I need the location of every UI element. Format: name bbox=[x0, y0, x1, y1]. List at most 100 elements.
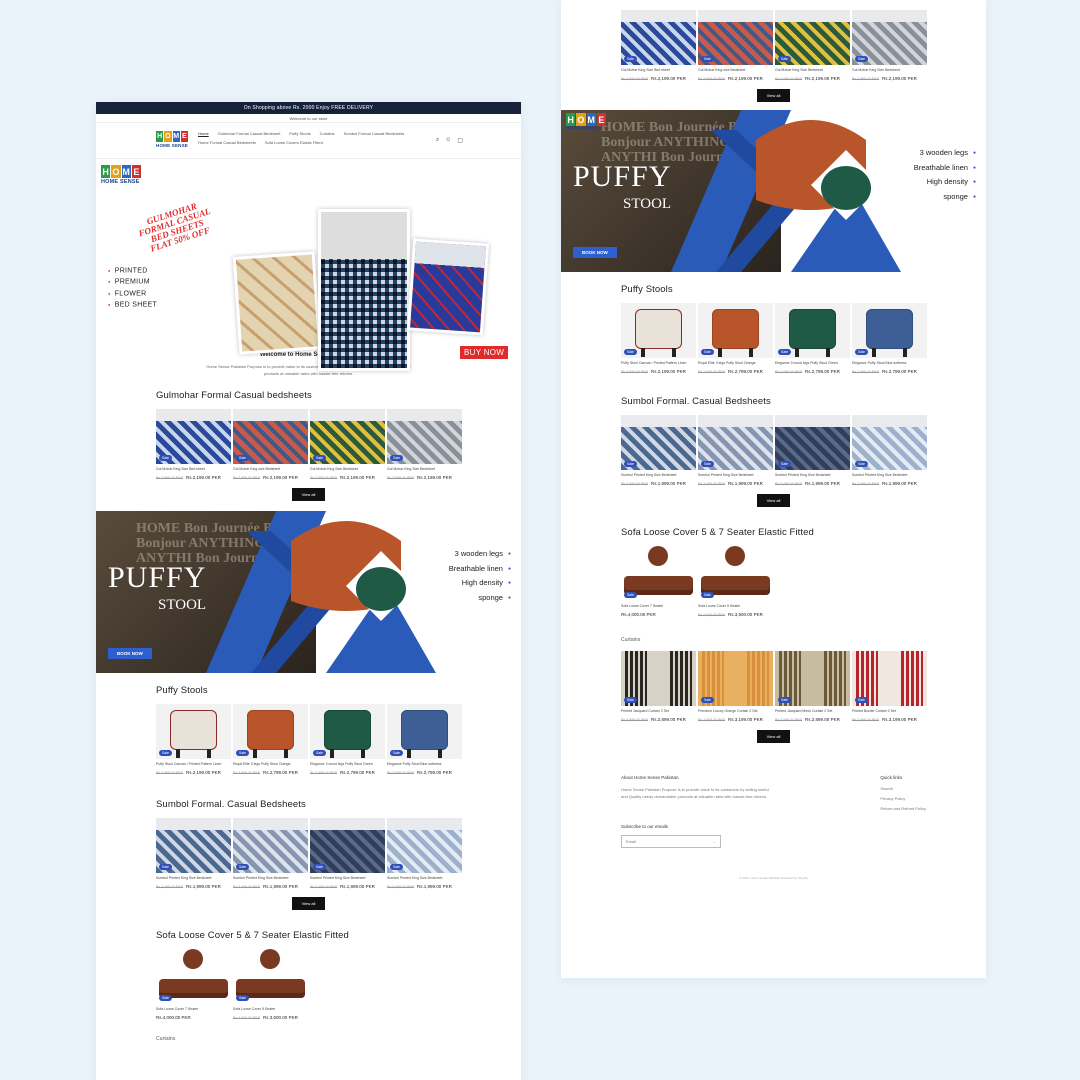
product-image[interactable]: Sale bbox=[233, 818, 308, 873]
search-icon[interactable]: ⌕ bbox=[436, 137, 439, 144]
product-card[interactable]: Sale Gul Mohar King Size Bedsheet Rs.3,899… bbox=[775, 10, 850, 81]
cart-icon[interactable]: ▢ bbox=[457, 137, 463, 144]
product-name[interactable]: Elegance 3 wood legs Puffy Stool Green bbox=[310, 762, 385, 767]
product-image[interactable]: Sale bbox=[852, 651, 927, 706]
product-image[interactable]: Sale bbox=[852, 303, 927, 358]
product-name[interactable]: Printed Border Curtain 2 Set bbox=[852, 709, 927, 714]
product-image[interactable]: Sale bbox=[233, 409, 308, 464]
product-name[interactable]: Sumbol Printed King Size Bedsheet bbox=[852, 473, 927, 478]
product-image[interactable]: Sale bbox=[310, 818, 385, 873]
nav-home-formal[interactable]: Home Formal Casual Bedsheets bbox=[198, 140, 256, 145]
product-card[interactable]: Sale Sofa Loose Cover 5 Seater Rs.4,000.00… bbox=[233, 949, 308, 1020]
product-card[interactable]: Sale Sofa Loose Cover 7 Seater Rs.4,000.00… bbox=[156, 949, 231, 1020]
nav-gulmohar[interactable]: Gulmohar Formal Casual Bedsheet bbox=[218, 131, 281, 136]
product-name[interactable]: Sumbol Printed King Size Bedsheet bbox=[156, 876, 231, 881]
product-name[interactable]: Royal Elite 3 legs Puffy Stool Orange bbox=[698, 361, 773, 366]
nav-puffy-stools[interactable]: Puffy Stools bbox=[289, 131, 310, 136]
product-image[interactable]: Sale bbox=[310, 409, 385, 464]
product-image[interactable]: Sale bbox=[156, 704, 231, 759]
footer-link-privacy[interactable]: Privacy Policy bbox=[880, 796, 926, 801]
product-image[interactable]: Sale bbox=[775, 10, 850, 65]
product-card[interactable]: Sale Sumbol Printed King Size Bedsheet Rs.… bbox=[310, 818, 385, 889]
product-card[interactable]: Sale Royal Elite 3 legs Puffy Stool Orang… bbox=[233, 704, 308, 775]
product-card[interactable]: Sale Gul Mohar King size Bedsheet Rs.3,899… bbox=[698, 10, 773, 81]
product-card[interactable]: Sale Puffy Stool Canvas / Printed Pattern… bbox=[621, 303, 696, 374]
puffy-stool-banner[interactable]: HOME Bon Journée Boo Bonjour ANYTHING Mm… bbox=[96, 511, 521, 673]
product-name[interactable]: Puffy Stool Canvas / Printed Pattern Lin… bbox=[156, 762, 231, 767]
nav-sofa-covers[interactable]: Sofa Loose Covers Elastic Fitted bbox=[265, 140, 323, 145]
product-name[interactable]: Sumbol Printed King Size Bedsheet bbox=[233, 876, 308, 881]
product-image[interactable]: Sale bbox=[233, 704, 308, 759]
product-image[interactable]: Sale bbox=[698, 651, 773, 706]
product-image[interactable]: Sale bbox=[698, 415, 773, 470]
product-name[interactable]: Sumbol Printed King Size Bedsheet bbox=[621, 473, 696, 478]
product-name[interactable]: Gul Mohar King Size Bedsheet bbox=[387, 467, 462, 472]
product-image[interactable]: Sale bbox=[310, 704, 385, 759]
product-name[interactable]: Gul Mohar King Size Bed sheet bbox=[156, 467, 231, 472]
email-field[interactable]: Email → bbox=[621, 835, 721, 848]
product-card[interactable]: Sale Sumbol Printed King Size Bedsheet Rs.… bbox=[621, 415, 696, 486]
product-name[interactable]: Gul Mohar King size Bedsheet bbox=[698, 68, 773, 73]
footer-link-refund[interactable]: Return and Refund Policy bbox=[880, 806, 926, 811]
product-image[interactable]: Sale bbox=[775, 303, 850, 358]
product-name[interactable]: Gul Mohar King size Bedsheet bbox=[233, 467, 308, 472]
product-card[interactable]: Sale Sumbol Printed King Size Bedsheet Rs.… bbox=[156, 818, 231, 889]
buy-now-button[interactable]: BUY NOW bbox=[460, 346, 509, 359]
product-card[interactable]: Sale Puffy Stool Canvas / Printed Pattern… bbox=[156, 704, 231, 775]
product-name[interactable]: Printed Jacquard Mesh Curtain 2 Set bbox=[775, 709, 850, 714]
product-image[interactable]: Sale bbox=[621, 546, 696, 601]
product-card[interactable]: Sale Sumbol Printed King Size Bedsheet Rs.… bbox=[775, 415, 850, 486]
product-image[interactable]: Sale bbox=[233, 949, 308, 1004]
nav-sumbol[interactable]: Sumbol Formal Casual Bedsheets bbox=[344, 131, 405, 136]
arrow-right-icon[interactable]: → bbox=[712, 839, 716, 844]
product-image[interactable]: Sale bbox=[775, 415, 850, 470]
product-card[interactable]: Sale Printed Border Curtain 2 Set Rs.3,999… bbox=[852, 651, 927, 722]
view-all-button[interactable]: View all bbox=[292, 897, 325, 910]
product-card[interactable]: Sale Sumbol Printed King Size Bedsheet Rs.… bbox=[852, 415, 927, 486]
product-card[interactable]: Sale Printed Jacquard Curtain 2 Set Rs.3,9… bbox=[621, 651, 696, 722]
product-image[interactable]: Sale bbox=[387, 818, 462, 873]
product-image[interactable]: Sale bbox=[698, 303, 773, 358]
product-name[interactable]: Gul Mohar King Size Bed sheet bbox=[621, 68, 696, 73]
product-card[interactable]: Sale Gul Mohar King Size Bed sheet Rs.3,89… bbox=[621, 10, 696, 81]
product-card[interactable]: Sale Elegance Puffy Stool Blue softness Rs… bbox=[852, 303, 927, 374]
product-card[interactable]: Sale Elegance 3 wood legs Puffy Stool Gre… bbox=[775, 303, 850, 374]
view-all-button[interactable]: View all bbox=[757, 494, 790, 507]
product-card[interactable]: Sale Sofa Loose Cover 5 Seater Rs.4,000.00… bbox=[698, 546, 773, 617]
puffy-stool-banner[interactable]: HOME Bon Journée Boo Bonjour ANYTHING Mm… bbox=[561, 110, 986, 272]
product-name[interactable]: Sumbol Printed King Size Bedsheet bbox=[387, 876, 462, 881]
nav-curtains[interactable]: Curtains bbox=[320, 131, 335, 136]
product-card[interactable]: Sale Gul Mohar King Size Bedsheet Rs.3,899… bbox=[852, 10, 927, 81]
product-card[interactable]: Sale Elegance 3 wood legs Puffy Stool Gre… bbox=[310, 704, 385, 775]
product-card[interactable]: Sale Royal Elite 3 legs Puffy Stool Orang… bbox=[698, 303, 773, 374]
product-name[interactable]: Gul Mohar King Size Bedsheet bbox=[852, 68, 927, 73]
product-card[interactable]: Sale Sumbol Printed King Size Bedsheet Rs.… bbox=[387, 818, 462, 889]
product-image[interactable]: Sale bbox=[621, 10, 696, 65]
product-card[interactable]: Sale Elegance Puffy Stool Blue softness Rs… bbox=[387, 704, 462, 775]
store-logo[interactable]: H O M E HOME SENSE bbox=[156, 131, 188, 153]
product-name[interactable]: Sumbol Printed King Size Bedsheet bbox=[698, 473, 773, 478]
product-name[interactable]: Gul Mohar King Size Bedsheet bbox=[310, 467, 385, 472]
product-name[interactable]: Sofa Loose Cover 7 Seater bbox=[621, 604, 696, 609]
view-all-button[interactable]: View all bbox=[757, 730, 790, 743]
product-card[interactable]: Sale Sumbol Printed King Size Bedsheet Rs.… bbox=[233, 818, 308, 889]
product-card[interactable]: Sale Gul Mohar King Size Bed sheet Rs.3,89… bbox=[156, 409, 231, 480]
product-image[interactable]: Sale bbox=[156, 818, 231, 873]
product-image[interactable]: Sale bbox=[387, 704, 462, 759]
footer-link-search[interactable]: Search bbox=[880, 786, 926, 791]
product-name[interactable]: Elegance Puffy Stool Blue softness bbox=[852, 361, 927, 366]
product-card[interactable]: Sale Gul Mohar King size Bedsheet Rs.3,899… bbox=[233, 409, 308, 480]
hero-banner[interactable]: H O M E HOME SENSE GULMOHAR FORMAL CASUA… bbox=[96, 159, 521, 371]
product-name[interactable]: Elegance Puffy Stool Blue softness bbox=[387, 762, 462, 767]
product-name[interactable]: Royal Elite 3 legs Puffy Stool Orange bbox=[233, 762, 308, 767]
product-image[interactable]: Sale bbox=[156, 409, 231, 464]
product-image[interactable]: Sale bbox=[698, 10, 773, 65]
product-name[interactable]: Sumbol Printed King Size Bedsheet bbox=[310, 876, 385, 881]
product-card[interactable]: Sale Printed Jacquard Mesh Curtain 2 Set R… bbox=[775, 651, 850, 722]
product-image[interactable]: Sale bbox=[387, 409, 462, 464]
product-name[interactable]: Sofa Loose Cover 5 Seater bbox=[698, 604, 773, 609]
product-image[interactable]: Sale bbox=[621, 415, 696, 470]
product-name[interactable]: Sofa Loose Cover 7 Seater bbox=[156, 1007, 231, 1012]
product-image[interactable]: Sale bbox=[775, 651, 850, 706]
product-name[interactable]: Sofa Loose Cover 5 Seater bbox=[233, 1007, 308, 1012]
